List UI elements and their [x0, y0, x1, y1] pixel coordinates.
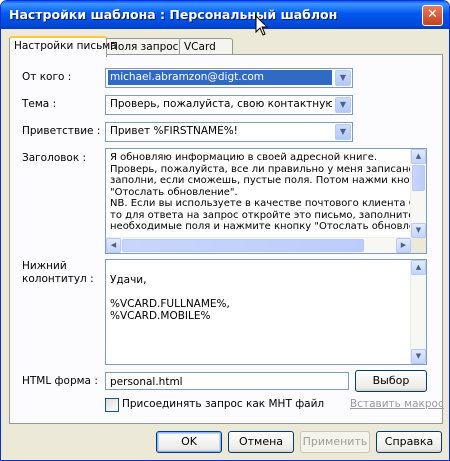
apply-button[interactable]: Применить — [300, 431, 370, 453]
scroll-thumb[interactable] — [412, 165, 425, 191]
header-textarea[interactable]: Я обновляю информацию в своей адресной к… — [105, 148, 427, 254]
scroll-down-icon[interactable]: ▼ — [411, 349, 426, 364]
subject-combobox[interactable]: Проверь, пожалуйста, свою контактную инф… — [105, 95, 353, 115]
header-vertical-scrollbar[interactable]: ▲ ▼ — [410, 149, 426, 238]
tab-vcard[interactable]: VCard — [179, 38, 233, 55]
html-form-field[interactable]: personal.html — [105, 372, 349, 390]
footer-label-line2: колонтитул : — [22, 273, 94, 285]
subject-value: Проверь, пожалуйста, свою контактную инф… — [110, 98, 332, 110]
footer-text: Удачи, %VCARD.FULLNAME%, %VCARD.MOBILE% — [110, 274, 230, 322]
dialog-window: Настройки шаблона : Персональный шаблон … — [0, 0, 450, 461]
browse-button[interactable]: Выбор — [355, 370, 427, 392]
footer-label-line1: Нижний — [22, 260, 67, 272]
scroll-right-icon[interactable]: ▶ — [396, 238, 411, 253]
attach-mht-checkbox[interactable] — [105, 398, 119, 412]
scroll-corner — [411, 238, 426, 253]
chevron-down-icon[interactable]: ▼ — [335, 97, 351, 113]
scroll-thumb[interactable] — [122, 239, 364, 252]
scroll-down-icon[interactable]: ▼ — [411, 223, 426, 238]
from-combobox[interactable]: michael.abramzon@digt.com ▼ — [105, 68, 353, 88]
tab-panel: От кого : michael.abramzon@digt.com ▼ Те… — [9, 54, 444, 424]
close-button[interactable]: ✕ — [422, 5, 443, 26]
from-label: От кого : — [22, 71, 72, 83]
ok-button[interactable]: OK — [156, 431, 222, 453]
scroll-up-icon[interactable]: ▲ — [411, 260, 426, 275]
attach-mht-label[interactable]: Присоединять запрос как MHT файл — [122, 398, 324, 410]
greeting-label: Приветствие : — [22, 125, 101, 137]
tab-request-fields[interactable]: Поля запроса — [105, 38, 185, 55]
footer-vertical-scrollbar[interactable]: ▲ ▼ — [410, 260, 426, 364]
chevron-down-icon[interactable]: ▼ — [335, 124, 351, 140]
footer-textarea[interactable]: Удачи, %VCARD.FULLNAME%, %VCARD.MOBILE% … — [105, 259, 427, 365]
greeting-combobox[interactable]: Привет %FIRSTNAME%! ▼ — [105, 122, 353, 142]
mouse-cursor-icon — [255, 15, 269, 36]
greeting-value: Привет %FIRSTNAME%! — [110, 125, 238, 137]
header-label: Заголовок : — [22, 152, 87, 164]
window-title: Настройки шаблона : Персональный шаблон — [9, 7, 338, 22]
header-horizontal-scrollbar[interactable]: ◀ ▶ — [106, 237, 411, 253]
scroll-up-icon[interactable]: ▲ — [411, 149, 426, 164]
help-button[interactable]: Справка — [376, 431, 442, 453]
chevron-down-icon[interactable]: ▼ — [335, 70, 351, 86]
cancel-button[interactable]: Отмена — [228, 431, 294, 453]
html-form-label: HTML форма : — [22, 375, 98, 387]
subject-label: Тема : — [22, 98, 57, 110]
header-text: Я обновляю информацию в своей адресной к… — [110, 152, 427, 232]
title-bar[interactable]: Настройки шаблона : Персональный шаблон … — [1, 1, 449, 29]
from-value: michael.abramzon@digt.com — [108, 70, 332, 85]
insert-macro-link[interactable]: Вставить макрос — [350, 398, 444, 410]
tab-message-settings[interactable]: Настройки письма — [9, 36, 117, 57]
scroll-left-icon[interactable]: ◀ — [106, 238, 121, 253]
